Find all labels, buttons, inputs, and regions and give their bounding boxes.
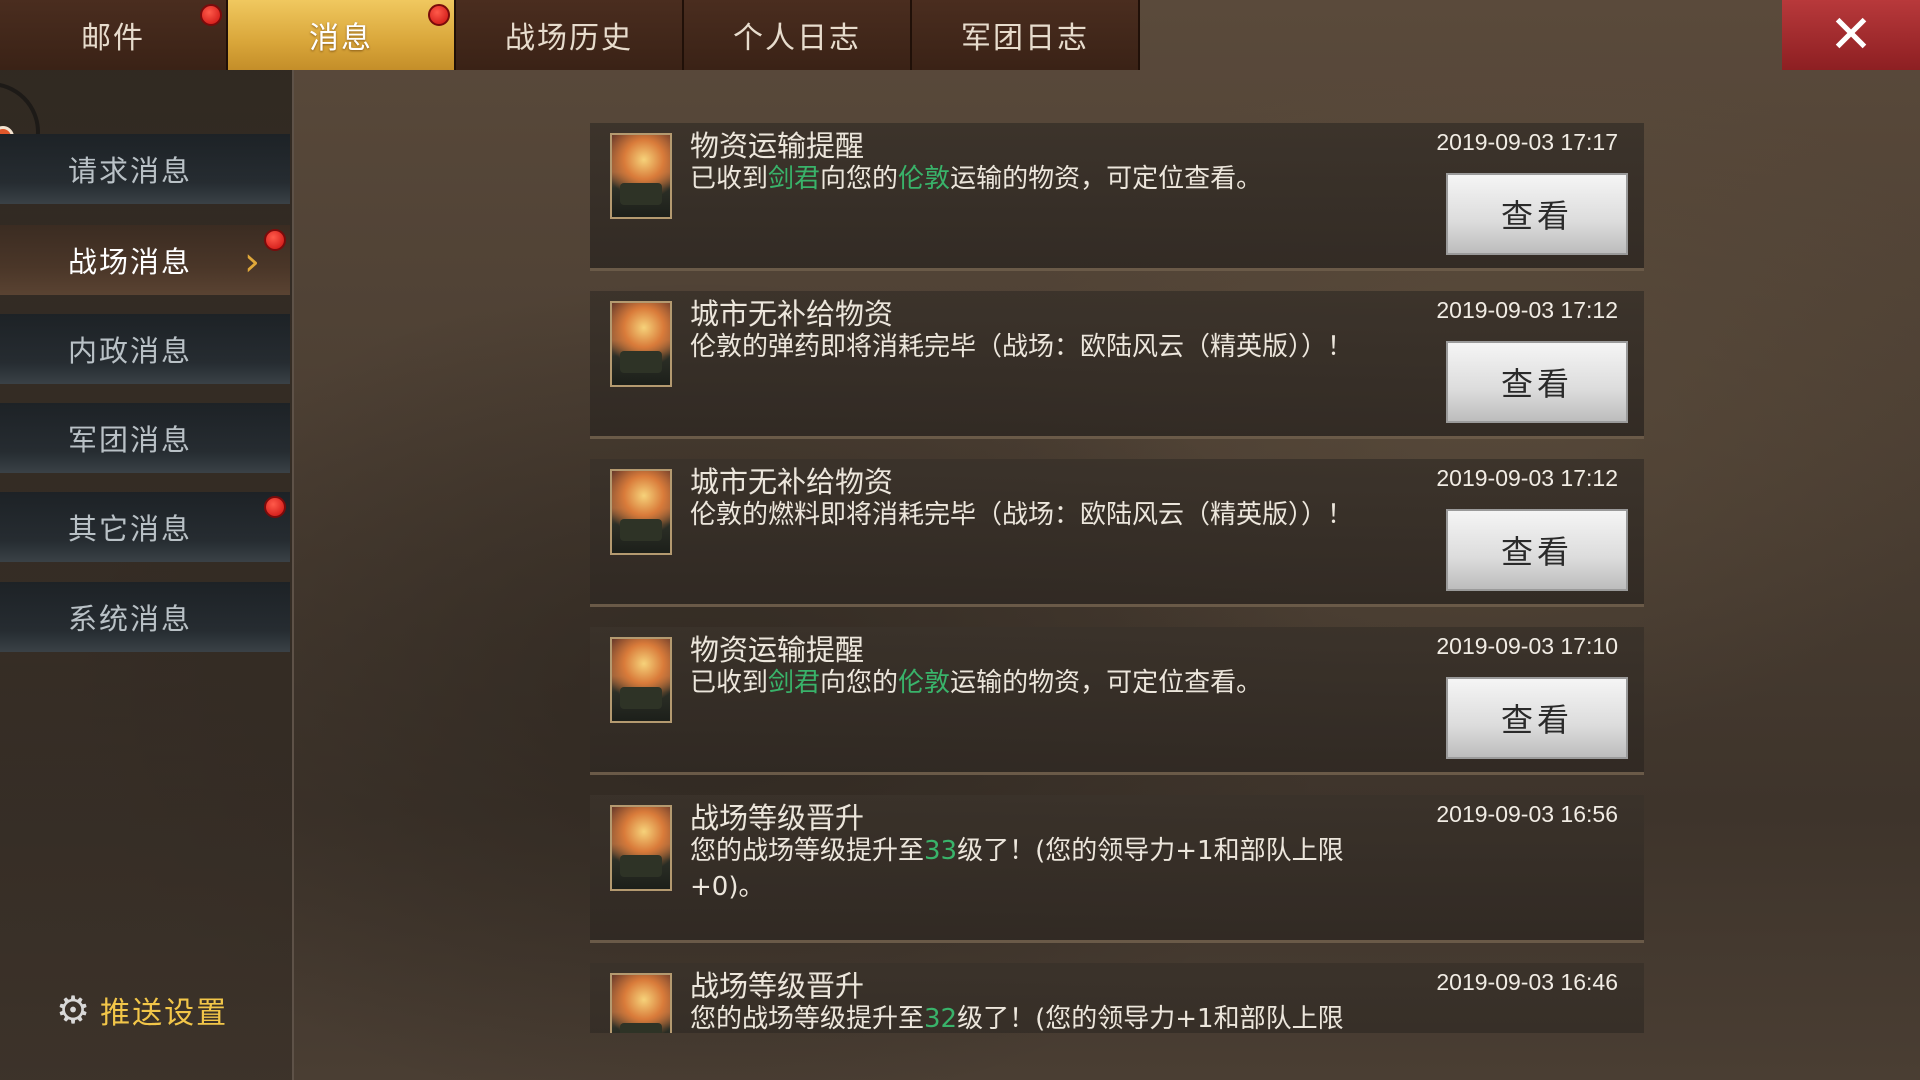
sidebar-item-5[interactable]: 其它消息 (0, 492, 290, 562)
push-settings-button[interactable]: ⚙ 推送设置 (56, 988, 228, 1032)
message-title: 物资运输提醒 (690, 633, 865, 667)
sidebar-item-6[interactable]: 系统消息 (0, 582, 290, 652)
tab-label: 军团日志 (961, 21, 1089, 56)
tab-1[interactable]: 邮件 (0, 0, 228, 70)
tab-label: 个人日志 (733, 21, 861, 56)
body-text: 已收到 (690, 668, 769, 698)
message-row[interactable]: 物资运输提醒 已收到剑君向您的伦敦运输的物资，可定位查看。 2019-09-03 1… (590, 627, 1644, 775)
highlighted-name: 32 (924, 1004, 958, 1033)
sidebar-item-label: 请求消息 (68, 154, 193, 188)
tank-thumbnail-icon (610, 805, 672, 891)
body-text: 伦敦的燃料即将消耗完毕（战场：欧陆风云（精英版））！ (690, 500, 1354, 530)
chevron-right-icon: › (244, 239, 262, 285)
tank-thumbnail-icon (610, 469, 672, 555)
push-settings-label: 推送设置 (100, 996, 229, 1031)
highlighted-name: 剑君 (768, 668, 821, 698)
message-timestamp: 2019-09-03 16:46 (1436, 969, 1618, 995)
sidebar-item-1[interactable]: 请求消息 (0, 134, 290, 204)
message-title: 城市无补给物资 (690, 297, 894, 331)
category-sidebar: ⚙ 推送设置 请求消息战场消息 › 内政消息军团消息其它消息系统消息 (0, 70, 294, 1080)
highlighted-name: 伦敦 (898, 164, 951, 194)
message-body: 您的战场等级提升至33级了！(您的领导力+1和部队上限+0)。 (690, 833, 1410, 905)
sidebar-item-4[interactable]: 军团消息 (0, 403, 290, 473)
message-timestamp: 2019-09-03 16:56 (1436, 801, 1618, 827)
message-row[interactable]: 战场等级晋升 您的战场等级提升至33级了！(您的领导力+1和部队上限+0)。 201… (590, 795, 1644, 943)
message-timestamp: 2019-09-03 17:17 (1436, 129, 1618, 155)
tab-2[interactable]: 消息 (228, 0, 456, 70)
message-title: 战场等级晋升 (690, 801, 865, 835)
tank-thumbnail-icon (610, 637, 672, 723)
body-text: 您的战场等级提升至 (690, 1004, 925, 1033)
sidebar-item-label: 内政消息 (68, 334, 193, 368)
sidebar-item-label: 系统消息 (68, 602, 193, 636)
tab-label: 战场历史 (505, 21, 633, 56)
view-button[interactable]: 查看 (1446, 677, 1628, 759)
message-body: 已收到剑君向您的伦敦运输的物资，可定位查看。 (690, 665, 1410, 701)
top-tab-bar: 邮件 消息 战场历史 个人日志 军团日志 (0, 0, 1140, 70)
message-body: 伦敦的燃料即将消耗完毕（战场：欧陆风云（精英版））！ (690, 497, 1410, 533)
message-title: 物资运输提醒 (690, 129, 865, 163)
body-text: 运输的物资，可定位查看。 (950, 668, 1263, 698)
message-list[interactable]: 物资运输提醒 已收到剑君向您的伦敦运输的物资，可定位查看。 2019-09-03 1… (590, 123, 1644, 1033)
message-timestamp: 2019-09-03 17:12 (1436, 297, 1618, 323)
tab-label: 邮件 (81, 21, 145, 56)
tank-thumbnail-icon (610, 133, 672, 219)
body-text: 已收到 (690, 164, 769, 194)
highlighted-name: 剑君 (768, 164, 821, 194)
highlighted-name: 33 (924, 836, 958, 866)
message-title: 城市无补给物资 (690, 465, 894, 499)
body-text: 您的战场等级提升至 (690, 836, 925, 866)
tab-3[interactable]: 战场历史 (456, 0, 684, 70)
message-timestamp: 2019-09-03 17:12 (1436, 465, 1618, 491)
sidebar-item-3[interactable]: 内政消息 (0, 314, 290, 384)
notification-badge (428, 4, 450, 26)
message-row[interactable]: 物资运输提醒 已收到剑君向您的伦敦运输的物资，可定位查看。 2019-09-03 1… (590, 123, 1644, 271)
message-body: 已收到剑君向您的伦敦运输的物资，可定位查看。 (690, 161, 1410, 197)
tank-thumbnail-icon (610, 301, 672, 387)
view-button[interactable]: 查看 (1446, 509, 1628, 591)
highlighted-name: 伦敦 (898, 668, 951, 698)
sidebar-item-label: 战场消息 (68, 245, 193, 279)
tab-4[interactable]: 个人日志 (684, 0, 912, 70)
sidebar-item-label: 军团消息 (68, 423, 193, 457)
body-text: 运输的物资，可定位查看。 (950, 164, 1263, 194)
body-text: 伦敦的弹药即将消耗完毕（战场：欧陆风云（精英版））！ (690, 332, 1354, 362)
view-button[interactable]: 查看 (1446, 173, 1628, 255)
gear-icon: ⚙ (56, 988, 93, 1032)
notification-badge (264, 496, 286, 518)
close-icon: ✕ (1829, 5, 1873, 65)
tab-5[interactable]: 军团日志 (912, 0, 1140, 70)
message-row[interactable]: 城市无补给物资 伦敦的弹药即将消耗完毕（战场：欧陆风云（精英版））！ 2019-09… (590, 291, 1644, 439)
close-button[interactable]: ✕ (1782, 0, 1920, 70)
message-row[interactable]: 战场等级晋升您的战场等级提升至32级了！(您的领导力+1和部队上限+1)。 201… (590, 963, 1644, 1033)
notification-badge (264, 229, 286, 251)
message-body: 您的战场等级提升至32级了！(您的领导力+1和部队上限+1)。 (690, 1001, 1410, 1033)
view-button[interactable]: 查看 (1446, 341, 1628, 423)
sidebar-item-2[interactable]: 战场消息 › (0, 225, 290, 295)
notification-badge (200, 4, 222, 26)
tank-thumbnail-icon (610, 973, 672, 1033)
body-text: 向您的 (820, 668, 899, 698)
message-row[interactable]: 城市无补给物资 伦敦的燃料即将消耗完毕（战场：欧陆风云（精英版））！ 2019-09… (590, 459, 1644, 607)
sidebar-item-label: 其它消息 (68, 512, 193, 546)
message-body: 伦敦的弹药即将消耗完毕（战场：欧陆风云（精英版））！ (690, 329, 1410, 365)
message-title: 战场等级晋升 (690, 969, 865, 1003)
message-timestamp: 2019-09-03 17:10 (1436, 633, 1618, 659)
tab-label: 消息 (309, 21, 373, 56)
body-text: 向您的 (820, 164, 899, 194)
